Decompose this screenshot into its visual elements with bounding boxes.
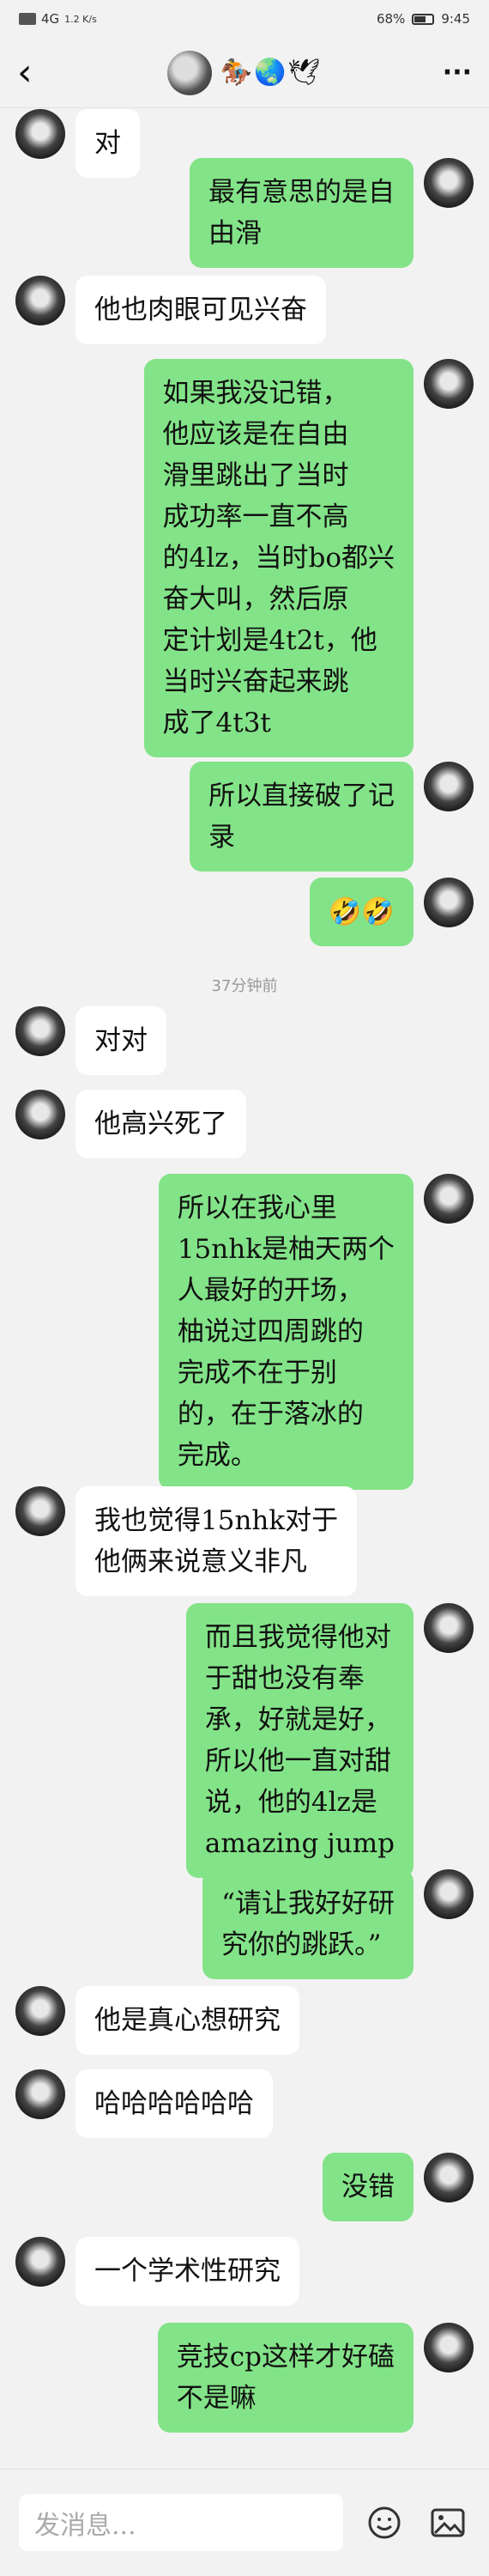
- clock: 9:45: [441, 11, 470, 27]
- message-bubble[interactable]: 如果我没记错， 他应该是在自由 滑里跳出了当时 成功率一直不高 的4lz，当时b…: [143, 359, 414, 757]
- message-bubble[interactable]: 他是真心想研究: [75, 1986, 299, 2055]
- message-row: 所以在我心里 15nhk是柚天两个 人最好的开场， 柚说过四周跳的 完成不在于别…: [158, 1174, 474, 1490]
- message-row: “请让我好好研 究你的跳跃。”: [202, 1869, 474, 1979]
- image-icon[interactable]: [426, 2500, 470, 2545]
- contact-avatar: [166, 50, 212, 95]
- contact-avatar[interactable]: [15, 276, 65, 325]
- speed-label: 1.2 K/s: [64, 13, 97, 25]
- my-avatar[interactable]: [424, 1869, 474, 1919]
- message-row: 他是真心想研究: [15, 1986, 299, 2055]
- message-row: 如果我没记错， 他应该是在自由 滑里跳出了当时 成功率一直不高 的4lz，当时b…: [143, 359, 474, 757]
- status-bar: 4G 1.2 K/s 68% 9:45: [0, 0, 489, 38]
- my-avatar[interactable]: [424, 359, 474, 409]
- contact-emoji-name: 🏇🌏🕊: [220, 58, 323, 88]
- message-bubble[interactable]: 没错: [323, 2153, 414, 2221]
- message-row: 我也觉得15nhk对于 他俩来说意义非凡: [15, 1486, 358, 1596]
- message-row: 竞技cp这样才好磕 不是嘛: [157, 2323, 474, 2433]
- message-bubble[interactable]: 对: [75, 109, 140, 178]
- message-input[interactable]: 发消息...: [19, 2494, 343, 2551]
- more-icon[interactable]: ···: [438, 58, 472, 88]
- status-right: 68% 9:45: [377, 11, 470, 27]
- message-bubble[interactable]: 最有意思的是自 由滑: [190, 158, 414, 268]
- contact-avatar[interactable]: [15, 109, 65, 159]
- message-row: 而且我觉得他对 于甜也没有奉 承，好就是好， 所以他一直对甜 说，他的4lz是 …: [185, 1603, 474, 1878]
- my-avatar[interactable]: [424, 1174, 474, 1224]
- message-row: 他高兴死了: [15, 1090, 246, 1158]
- message-bubble[interactable]: 所以在我心里 15nhk是柚天两个 人最好的开场， 柚说过四周跳的 完成不在于别…: [158, 1174, 414, 1490]
- my-avatar[interactable]: [424, 2323, 474, 2372]
- contact-avatar[interactable]: [15, 1986, 65, 2036]
- contact-avatar[interactable]: [15, 1006, 65, 1056]
- message-timestamp: 37分钟前: [211, 977, 278, 995]
- message-row: 对: [15, 109, 140, 178]
- message-bubble[interactable]: 他高兴死了: [75, 1090, 246, 1158]
- message-row: 哈哈哈哈哈哈: [15, 2069, 273, 2138]
- message-bubble[interactable]: 所以直接破了记 录: [190, 762, 414, 872]
- network-label: 4G: [41, 11, 60, 27]
- message-bubble[interactable]: 他也肉眼可见兴奋: [75, 276, 326, 344]
- message-row: 🤣🤣: [309, 878, 474, 946]
- my-avatar[interactable]: [424, 1603, 474, 1653]
- emoji-icon[interactable]: [362, 2500, 407, 2545]
- contact-avatar[interactable]: [15, 2069, 65, 2119]
- signal-icon: [19, 13, 36, 25]
- contact-avatar[interactable]: [15, 1090, 65, 1139]
- my-avatar[interactable]: [424, 878, 474, 927]
- message-bubble[interactable]: 我也觉得15nhk对于 他俩来说意义非凡: [75, 1486, 358, 1596]
- message-bubble[interactable]: 哈哈哈哈哈哈: [75, 2069, 273, 2138]
- chat-header: ‹ 🏇🌏🕊 ···: [0, 38, 489, 108]
- battery-icon: [412, 13, 435, 25]
- message-bubble[interactable]: 而且我觉得他对 于甜也没有奉 承，好就是好， 所以他一直对甜 说，他的4lz是 …: [185, 1603, 414, 1878]
- message-row: 对对: [15, 1006, 166, 1075]
- message-row: 最有意思的是自 由滑: [190, 158, 474, 268]
- message-list[interactable]: 对最有意思的是自 由滑他也肉眼可见兴奋如果我没记错， 他应该是在自由 滑里跳出了…: [0, 109, 489, 2469]
- my-avatar[interactable]: [424, 2153, 474, 2202]
- message-row: 一个学术性研究: [15, 2237, 299, 2306]
- message-bubble[interactable]: “请让我好好研 究你的跳跃。”: [202, 1869, 414, 1979]
- input-bar: 发消息...: [0, 2469, 489, 2576]
- contact-avatar[interactable]: [15, 2237, 65, 2287]
- chat-title: 🏇🌏🕊: [51, 50, 438, 95]
- message-row: 他也肉眼可见兴奋: [15, 276, 326, 344]
- status-left: 4G 1.2 K/s: [19, 11, 97, 27]
- message-bubble[interactable]: 竞技cp这样才好磕 不是嘛: [157, 2323, 414, 2433]
- battery-percent: 68%: [376, 11, 406, 27]
- my-avatar[interactable]: [424, 762, 474, 811]
- message-bubble[interactable]: 对对: [75, 1006, 166, 1075]
- message-row: 所以直接破了记 录: [190, 762, 474, 872]
- message-row: 没错: [323, 2153, 474, 2221]
- my-avatar[interactable]: [424, 158, 474, 208]
- message-bubble[interactable]: 🤣🤣: [309, 878, 414, 946]
- contact-avatar[interactable]: [15, 1486, 65, 1536]
- back-arrow-icon[interactable]: ‹: [17, 51, 51, 94]
- message-bubble[interactable]: 一个学术性研究: [75, 2237, 299, 2306]
